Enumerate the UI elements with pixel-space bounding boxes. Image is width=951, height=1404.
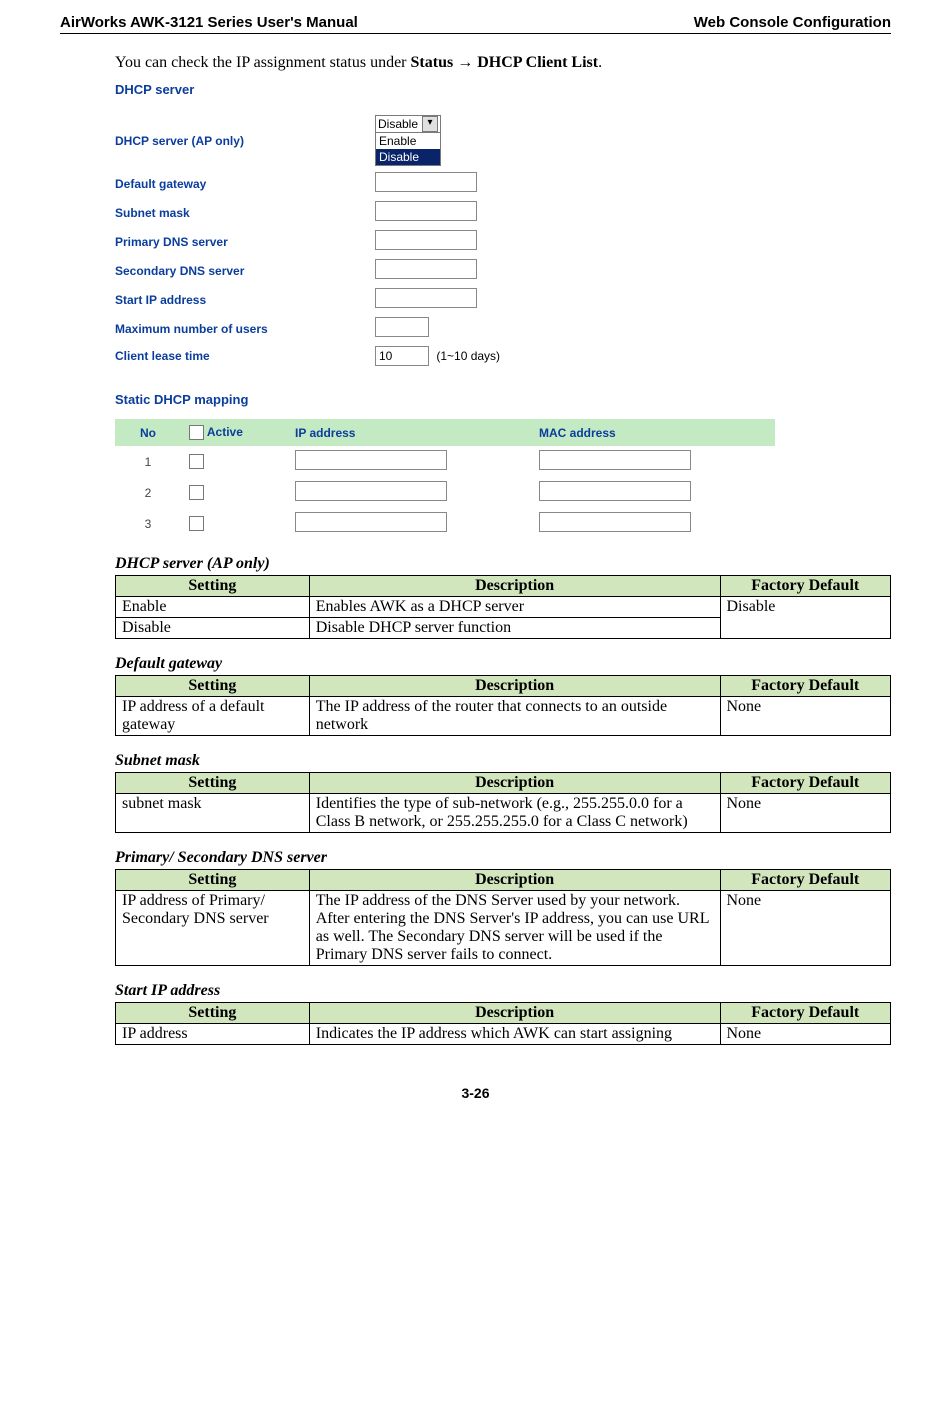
col-setting: Setting (116, 676, 310, 697)
row-mac-input[interactable] (539, 512, 691, 532)
label-start-ip: Start IP address (115, 293, 375, 307)
chevron-down-icon[interactable]: ▾ (422, 116, 438, 132)
map-header-active-label: Active (207, 425, 243, 439)
form-title: DHCP server (115, 82, 891, 97)
primary-dns-input[interactable] (375, 230, 477, 250)
section-start-title: Start IP address (115, 982, 891, 1000)
lease-time-note: (1~10 days) (436, 349, 500, 363)
cell: subnet mask (116, 794, 310, 833)
table-dns: Setting Description Factory Default IP a… (115, 869, 891, 966)
intro-dhcp-list: DHCP Client List (473, 54, 598, 71)
page-header: AirWorks AWK-3121 Series User's Manual W… (60, 14, 891, 34)
intro-arrow: → (457, 54, 473, 71)
section-subnet-title: Subnet mask (115, 752, 891, 770)
table-dhcp: Setting Description Factory Default Enab… (115, 575, 891, 639)
default-gateway-input[interactable] (375, 172, 477, 192)
table-subnet: Setting Description Factory Default subn… (115, 772, 891, 833)
col-default: Factory Default (720, 870, 891, 891)
cell: Enable (116, 597, 310, 618)
intro-period: . (598, 54, 602, 71)
map-header-no: No (115, 419, 181, 446)
header-right: Web Console Configuration (694, 14, 891, 31)
cell: None (720, 1024, 891, 1045)
col-description: Description (309, 773, 720, 794)
intro-status: Status (411, 54, 458, 71)
section-dns-title: Primary/ Secondary DNS server (115, 849, 891, 867)
section-gateway-title: Default gateway (115, 655, 891, 673)
cell: Disable (116, 618, 310, 639)
label-secondary-dns: Secondary DNS server (115, 264, 375, 278)
map-header-ip: IP address (287, 419, 531, 446)
row-ip-input[interactable] (295, 450, 447, 470)
cell: Disable (720, 597, 891, 639)
col-default: Factory Default (720, 676, 891, 697)
col-setting: Setting (116, 773, 310, 794)
label-dhcp-server: DHCP server (AP only) (115, 134, 375, 148)
cell: None (720, 794, 891, 833)
table-row: 3 (115, 508, 775, 539)
row-active-checkbox[interactable] (189, 454, 204, 469)
static-mapping-title: Static DHCP mapping (115, 392, 891, 407)
intro-paragraph: You can check the IP assignment status u… (115, 54, 891, 72)
row-mac-input[interactable] (539, 481, 691, 501)
row-no: 1 (115, 446, 181, 477)
table-row: 2 (115, 477, 775, 508)
label-max-users: Maximum number of users (115, 322, 375, 336)
form-grid: DHCP server (AP only) Disable ▾ Enable D… (115, 115, 891, 366)
cell: IP address (116, 1024, 310, 1045)
row-ip-input[interactable] (295, 481, 447, 501)
col-setting: Setting (116, 1003, 310, 1024)
select-option-disable[interactable]: Disable (376, 149, 440, 165)
cell: IP address of a default gateway (116, 697, 310, 736)
cell: The IP address of the DNS Server used by… (309, 891, 720, 966)
col-default: Factory Default (720, 773, 891, 794)
table-gateway: Setting Description Factory Default IP a… (115, 675, 891, 736)
col-description: Description (309, 576, 720, 597)
col-setting: Setting (116, 870, 310, 891)
map-header-active: Active (181, 419, 287, 446)
cell: IP address of Primary/ Secondary DNS ser… (116, 891, 310, 966)
col-description: Description (309, 1003, 720, 1024)
row-active-checkbox[interactable] (189, 485, 204, 500)
header-left: AirWorks AWK-3121 Series User's Manual (60, 14, 358, 31)
page-number: 3-26 (60, 1085, 891, 1101)
label-primary-dns: Primary DNS server (115, 235, 375, 249)
row-no: 3 (115, 508, 181, 539)
select-display: Disable (378, 116, 418, 132)
cell: Disable DHCP server function (309, 618, 720, 639)
row-no: 2 (115, 477, 181, 508)
table-row: 1 (115, 446, 775, 477)
col-description: Description (309, 870, 720, 891)
section-dhcp-title: DHCP server (AP only) (115, 555, 891, 573)
cell: None (720, 891, 891, 966)
cell: The IP address of the router that connec… (309, 697, 720, 736)
active-all-checkbox[interactable] (189, 425, 204, 440)
label-lease-time: Client lease time (115, 349, 375, 363)
row-active-checkbox[interactable] (189, 516, 204, 531)
secondary-dns-input[interactable] (375, 259, 477, 279)
select-option-enable[interactable]: Enable (376, 133, 440, 149)
dhcp-server-select[interactable]: Disable ▾ Enable Disable (375, 115, 441, 166)
label-subnet-mask: Subnet mask (115, 206, 375, 220)
cell: Identifies the type of sub-network (e.g.… (309, 794, 720, 833)
col-description: Description (309, 676, 720, 697)
map-header-mac: MAC address (531, 419, 775, 446)
subnet-mask-input[interactable] (375, 201, 477, 221)
row-mac-input[interactable] (539, 450, 691, 470)
start-ip-input[interactable] (375, 288, 477, 308)
static-mapping-table: No Active IP address MAC address 1 2 (115, 419, 775, 539)
table-start: Setting Description Factory Default IP a… (115, 1002, 891, 1045)
col-setting: Setting (116, 576, 310, 597)
col-default: Factory Default (720, 1003, 891, 1024)
col-default: Factory Default (720, 576, 891, 597)
cell: Enables AWK as a DHCP server (309, 597, 720, 618)
intro-leading: You can check the IP assignment status u… (115, 54, 411, 71)
label-default-gateway: Default gateway (115, 177, 375, 191)
row-ip-input[interactable] (295, 512, 447, 532)
lease-time-input[interactable]: 10 (375, 346, 429, 366)
max-users-input[interactable] (375, 317, 429, 337)
cell: None (720, 697, 891, 736)
dhcp-form-area: DHCP server DHCP server (AP only) Disabl… (115, 82, 891, 539)
cell: Indicates the IP address which AWK can s… (309, 1024, 720, 1045)
